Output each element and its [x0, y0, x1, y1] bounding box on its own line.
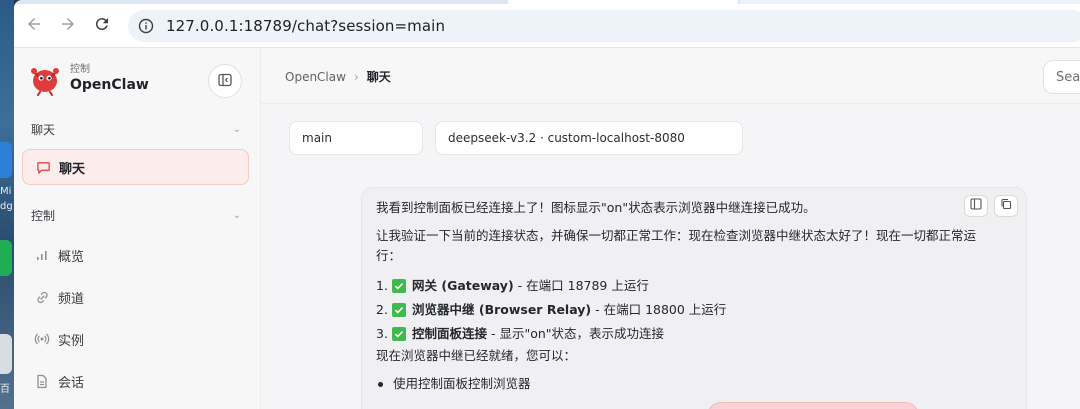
sidebar-item-label: 会话: [58, 375, 85, 391]
breadcrumb-root[interactable]: OpenClaw: [285, 70, 346, 84]
brand-subtitle: 控制: [70, 64, 90, 75]
search-placeholder: Searc: [1056, 69, 1080, 85]
collapse-sidebar-button[interactable]: [208, 64, 242, 98]
list-item-title: 控制面板连接: [412, 326, 488, 341]
main-panel: OpenClaw › 聊天 Searc main deepseek-v3.2 ·…: [261, 48, 1080, 409]
sidebar-item-label: 频道: [58, 291, 85, 307]
list-item-detail: - 显示"on"状态，表示成功连接: [487, 326, 665, 341]
desktop-background: Mi dg 百: [0, 0, 14, 409]
copy-button[interactable]: [994, 195, 1018, 217]
forward-button[interactable]: [52, 10, 84, 42]
breadcrumb: OpenClaw › 聊天: [285, 68, 391, 85]
sidebar-item-chat[interactable]: 聊天: [22, 149, 249, 185]
session-select[interactable]: main: [289, 121, 423, 155]
chevron-down-icon: ⌄: [232, 124, 241, 135]
bullet-list-item: 使用控制面板控制浏览器: [376, 374, 1012, 394]
sidebar-item-instances[interactable]: 实例: [22, 321, 249, 357]
arrow-right-icon: [59, 15, 77, 37]
reload-button[interactable]: [86, 10, 118, 42]
site-info-icon[interactable]: [136, 16, 156, 36]
broadcast-icon: [34, 331, 50, 347]
status-list-item: 1. 网关 (Gateway) - 在端口 18789 上运行: [376, 274, 1012, 298]
assistant-message: 我看到控制面板已经连接上了！图标显示"on"状态表示浏览器中继连接已成功。 让我…: [361, 187, 1027, 409]
checkmark-icon: [392, 327, 406, 341]
copy-icon: [1000, 196, 1012, 216]
breadcrumb-current: 聊天: [366, 70, 391, 84]
back-button[interactable]: [18, 10, 50, 42]
nav-group-label: 聊天: [31, 123, 56, 137]
openclaw-app: 控制 OpenClaw 聊天 ⌄ 聊天 控制 ⌄ 概览 频道 实例 会话 Ope…: [14, 48, 1080, 409]
bullet-text: 使用控制面板控制浏览器: [393, 376, 531, 391]
list-number: 1.: [376, 278, 388, 293]
desktop-app-icon[interactable]: [0, 334, 12, 374]
desktop-app-icon[interactable]: [0, 240, 12, 276]
url-text[interactable]: 127.0.0.1:18789/chat?session=main: [166, 17, 445, 35]
top-bar: OpenClaw › 聊天 Searc: [261, 48, 1080, 104]
brand: 控制 OpenClaw: [28, 62, 149, 96]
model-select[interactable]: deepseek-v3.2 · custom-localhost-8080: [435, 121, 743, 155]
list-item-detail: - 在端口 18789 上运行: [513, 278, 649, 293]
sidebar-item-label: 概览: [58, 249, 85, 265]
list-item-title: 浏览器中继 (Browser Relay): [412, 302, 592, 317]
sidebar-item-label: 实例: [58, 333, 85, 349]
desktop-label: Mi: [0, 186, 12, 197]
sidebar-item-label: 聊天: [59, 161, 86, 177]
message-actions: [964, 195, 1018, 217]
user-message: [707, 402, 919, 409]
message-paragraph: 现在浏览器中继已经就绪，您可以：: [376, 348, 577, 363]
desktop-label: 百: [0, 384, 10, 395]
checkmark-icon: [392, 279, 406, 293]
list-item-detail: - 在端口 18800 上运行: [591, 302, 727, 317]
desktop-app-icon[interactable]: [0, 142, 12, 178]
bullet-icon: [378, 381, 383, 387]
nav-group-label: 控制: [31, 209, 56, 223]
sidebar-item-sessions[interactable]: 会话: [22, 363, 249, 399]
list-item-title: 网关 (Gateway): [412, 278, 514, 293]
sidebar-item-channels[interactable]: 频道: [22, 279, 249, 315]
toggle-view-button[interactable]: [964, 195, 988, 217]
panel-icon: [970, 196, 982, 216]
model-select-value: deepseek-v3.2 · custom-localhost-8080: [448, 131, 685, 145]
breadcrumb-separator: ›: [353, 69, 359, 84]
message-icon: [35, 159, 51, 175]
desktop-label: dg: [0, 201, 13, 212]
list-number: 2.: [376, 302, 388, 317]
checkmark-icon: [392, 303, 406, 317]
link-icon: [34, 289, 50, 305]
address-bar[interactable]: 127.0.0.1:18789/chat?session=main: [128, 10, 1080, 42]
browser-window: 127.0.0.1:18789/chat?session=main 控制 Ope…: [14, 0, 1080, 409]
status-list-item: 2. 浏览器中继 (Browser Relay) - 在端口 18800 上运行: [376, 298, 1012, 322]
document-icon: [34, 373, 50, 389]
search-input[interactable]: Searc: [1043, 60, 1080, 94]
sidebar: 控制 OpenClaw 聊天 ⌄ 聊天 控制 ⌄ 概览 频道 实例 会话: [14, 48, 261, 409]
brand-name: OpenClaw: [70, 77, 149, 93]
chart-icon: [34, 247, 50, 263]
reload-icon: [93, 15, 111, 37]
message-paragraph: 我看到控制面板已经连接上了！图标显示"on"状态表示浏览器中继连接已成功。: [376, 200, 816, 215]
browser-toolbar: 127.0.0.1:18789/chat?session=main: [14, 4, 1080, 48]
sidebar-item-overview[interactable]: 概览: [22, 237, 249, 273]
status-list-item: 3. 控制面板连接 - 显示"on"状态，表示成功连接: [376, 322, 1012, 346]
session-select-value: main: [302, 131, 332, 145]
list-number: 3.: [376, 326, 388, 341]
bullet-list: 使用控制面板控制浏览器: [376, 374, 1012, 394]
sidebar-toggle-icon: [218, 72, 232, 91]
nav-group-control[interactable]: 控制 ⌄: [31, 207, 241, 224]
arrow-left-icon: [25, 15, 43, 37]
nav-group-chat[interactable]: 聊天 ⌄: [31, 121, 241, 138]
lobster-logo-icon: [28, 62, 62, 96]
message-paragraph: 让我验证一下当前的连接状态，并确保一切都正常工作：现在检查浏览器中继状态太好了！…: [376, 228, 977, 263]
status-list: 1. 网关 (Gateway) - 在端口 18789 上运行 2. 浏览器中继…: [376, 274, 1012, 346]
chevron-down-icon: ⌄: [232, 210, 241, 221]
